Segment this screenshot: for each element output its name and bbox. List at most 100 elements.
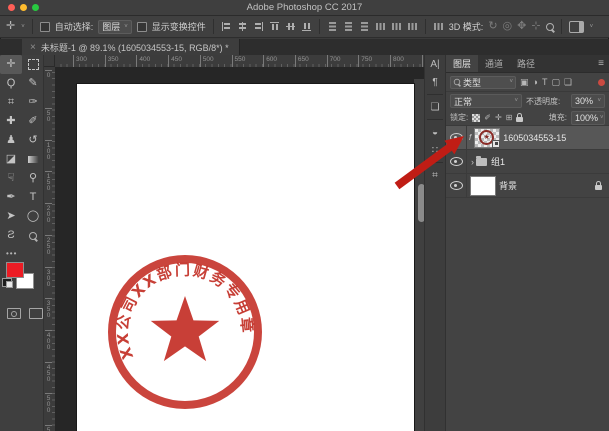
- align-bottom-edges-icon[interactable]: [301, 21, 312, 32]
- screen-mode-icon[interactable]: [29, 308, 43, 319]
- photoshop-window: Adobe Photoshop CC 2017 ✛˅ 自动选择: 图层˅ 显示变…: [0, 0, 609, 431]
- visibility-cell[interactable]: [446, 126, 467, 149]
- auto-select-target-dropdown[interactable]: 图层˅: [98, 20, 132, 34]
- eraser-tool[interactable]: ◪: [0, 150, 22, 169]
- type-tool[interactable]: T: [22, 188, 44, 207]
- ruler-number: 650: [295, 55, 309, 67]
- paragraph-panel-icon[interactable]: ¶: [425, 73, 445, 91]
- align-vertical-centers-icon[interactable]: [285, 21, 296, 32]
- hand-tool[interactable]: Ƨ: [0, 226, 22, 245]
- 3d-scale-zoom-icon[interactable]: [546, 23, 554, 31]
- quick-mask-icon[interactable]: [7, 308, 21, 319]
- layer-name[interactable]: 背景: [499, 179, 517, 192]
- spot-healing-tool[interactable]: ✚: [0, 112, 22, 131]
- layer-filtering-toggle[interactable]: [598, 79, 605, 86]
- align-right-edges-icon[interactable]: [253, 21, 264, 32]
- close-document-icon[interactable]: ×: [30, 42, 36, 53]
- eyedropper-tool[interactable]: ✑: [22, 93, 44, 112]
- zoom-tool[interactable]: [22, 226, 44, 245]
- layer-name[interactable]: 1605034553-15: [503, 133, 566, 143]
- adjustments-panel-icon[interactable]: ◒: [425, 123, 445, 141]
- align-top-edges-icon[interactable]: [269, 21, 280, 32]
- align-horizontal-centers-icon[interactable]: [237, 21, 248, 32]
- auto-select-checkbox[interactable]: [40, 22, 50, 32]
- panel-menu-icon[interactable]: ≡: [593, 55, 609, 72]
- workspace-switcher-icon[interactable]: [569, 21, 584, 33]
- layer-thumbnail[interactable]: ★: [474, 128, 500, 148]
- blend-mode-dropdown[interactable]: 正常˅: [450, 94, 522, 108]
- smudge-tool[interactable]: ☟: [0, 169, 22, 188]
- document-tab[interactable]: × 未标题-1 @ 89.1% (1605034553-15, RGB/8*) …: [22, 39, 240, 55]
- visibility-cell[interactable]: [446, 150, 467, 173]
- panel-dock-strip: A| ¶ ❏ ◒ ∷ ⌗: [424, 55, 446, 431]
- lock-all-icon[interactable]: [516, 117, 523, 122]
- distribute-horizontal-centers-icon[interactable]: [391, 21, 402, 32]
- document-canvas[interactable]: XX公司XX部门财务专用章: [77, 84, 414, 431]
- visibility-cell[interactable]: [446, 174, 467, 197]
- distribute-right-edges-icon[interactable]: [407, 21, 418, 32]
- lasso-tool[interactable]: Ϙ: [0, 74, 22, 93]
- layer-row-background[interactable]: 背景: [446, 174, 609, 198]
- 3d-roll-icon[interactable]: ◎: [503, 21, 513, 32]
- clone-stamp-tool[interactable]: ♟: [0, 131, 22, 150]
- zoom-icon: [29, 232, 37, 240]
- crop-tool[interactable]: ⌗: [0, 93, 22, 112]
- edit-toolbar-ellipsis-icon[interactable]: •••: [0, 245, 43, 260]
- foreground-color-swatch[interactable]: [6, 262, 24, 278]
- ruler-origin-box[interactable]: [44, 55, 55, 67]
- gradient-tool[interactable]: [22, 150, 44, 169]
- quick-selection-tool[interactable]: ✎: [22, 74, 44, 93]
- 3d-drag-icon[interactable]: ✥: [517, 21, 526, 32]
- marquee-tool[interactable]: [22, 55, 44, 74]
- path-selection-tool[interactable]: ➤: [0, 207, 22, 226]
- move-tool-icon[interactable]: ✛: [6, 21, 15, 32]
- distribute-spacing-icon[interactable]: [433, 21, 444, 32]
- group-disclosure-icon[interactable]: ›: [471, 157, 474, 167]
- lock-artboard-icon[interactable]: ⊞: [506, 114, 513, 122]
- dodge-tool[interactable]: ⚲: [22, 169, 44, 188]
- filter-pixel-layers-icon[interactable]: ▣: [520, 78, 529, 87]
- brush-tool[interactable]: ✐: [22, 112, 44, 131]
- 3d-slide-icon[interactable]: ⊹: [531, 21, 540, 32]
- distribute-vertical-centers-icon[interactable]: [343, 21, 354, 32]
- filter-shape-layers-icon[interactable]: ▢: [551, 78, 560, 87]
- layer-thumbnail[interactable]: [470, 176, 496, 196]
- distribute-bottom-edges-icon[interactable]: [359, 21, 370, 32]
- filter-smart-objects-icon[interactable]: ❏: [564, 78, 572, 87]
- stamp-artwork: XX公司XX部门财务专用章: [77, 84, 414, 431]
- show-transform-checkbox[interactable]: [137, 22, 147, 32]
- document-tab-bar: × 未标题-1 @ 89.1% (1605034553-15, RGB/8*) …: [0, 39, 609, 56]
- align-left-edges-icon[interactable]: [221, 21, 232, 32]
- move-tool[interactable]: ✛: [0, 55, 22, 74]
- crop-panel-icon[interactable]: ⌗: [425, 166, 445, 184]
- layer-row-group[interactable]: › 组1: [446, 150, 609, 174]
- filter-type-layers-icon[interactable]: T: [542, 78, 548, 87]
- tab-paths[interactable]: 路径: [510, 55, 542, 72]
- opacity-dropdown[interactable]: 30%˅: [571, 94, 605, 108]
- layer-filter-kind-dropdown[interactable]: 类型 ˅: [450, 76, 516, 89]
- swatches-panel-icon[interactable]: ∷: [425, 141, 445, 159]
- distribute-top-edges-icon[interactable]: [327, 21, 338, 32]
- layer-name[interactable]: 组1: [491, 155, 505, 168]
- layer-row-smart-object[interactable]: f ★ 1605034553-15: [446, 126, 609, 150]
- tab-channels[interactable]: 通道: [478, 55, 510, 72]
- document-tab-title: 未标题-1 @ 89.1% (1605034553-15, RGB/8*) *: [41, 41, 229, 54]
- layer-comps-panel-icon[interactable]: ❏: [425, 98, 445, 116]
- color-wells: [0, 260, 43, 302]
- pen-tool[interactable]: ✒: [0, 188, 22, 207]
- 3d-rotate-icon[interactable]: ↻: [488, 21, 497, 32]
- gradient-icon: [28, 156, 39, 163]
- history-brush-tool[interactable]: ↺: [22, 131, 44, 150]
- fill-dropdown[interactable]: 100%˅: [571, 111, 605, 125]
- ruler-number: 350: [105, 55, 119, 67]
- distribute-left-edges-icon[interactable]: [375, 21, 386, 32]
- ruler-number: 500: [200, 55, 214, 67]
- shape-tool[interactable]: ◯: [22, 207, 44, 226]
- default-colors-icon[interactable]: [2, 278, 12, 287]
- filter-adjustment-layers-icon[interactable]: ◑: [533, 78, 538, 87]
- character-panel-icon[interactable]: A|: [425, 55, 445, 73]
- lock-image-pixels-icon[interactable]: ✐: [484, 114, 491, 122]
- tab-layers[interactable]: 图层: [446, 55, 478, 72]
- lock-transparent-pixels-icon[interactable]: [472, 114, 480, 122]
- lock-position-icon[interactable]: ✛: [495, 114, 502, 122]
